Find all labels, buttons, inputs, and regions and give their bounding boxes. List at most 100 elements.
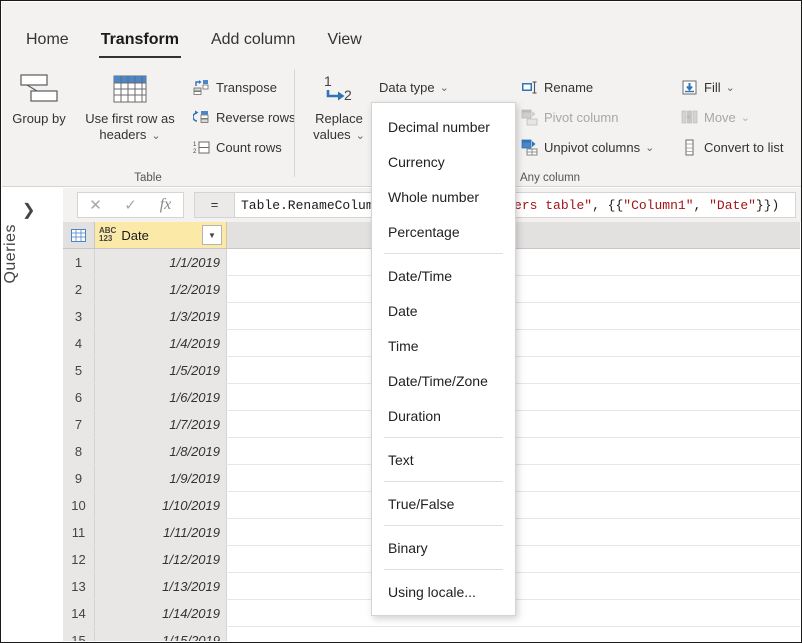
menu-separator [384, 437, 503, 438]
menu-item-decimal-number[interactable]: Decimal number [372, 109, 515, 144]
chevron-right-icon[interactable]: ❯ [22, 200, 35, 220]
rename-button[interactable]: Rename [520, 75, 593, 99]
group-by-button[interactable]: Group by [8, 69, 70, 127]
chevron-down-icon[interactable]: ⌄ [645, 141, 654, 154]
cell-date[interactable]: 1/13/2019 [95, 573, 227, 599]
column-header-date[interactable]: ABC 123 Date ▼ [95, 222, 227, 248]
data-type-button[interactable]: Data type ⌄ [379, 75, 449, 99]
use-first-row-as-headers-text: Use first row as headers [85, 111, 175, 142]
close-icon[interactable]: ✕ [78, 196, 113, 214]
convert-to-list-label: Convert to list [704, 139, 784, 155]
replace-values-icon: 1 2 [300, 69, 378, 109]
menu-item-duration[interactable]: Duration [372, 398, 515, 433]
tab-transform[interactable]: Transform [85, 22, 195, 64]
menu-item-date-time-zone[interactable]: Date/Time/Zone [372, 363, 515, 398]
menu-item-binary[interactable]: Binary [372, 530, 515, 565]
cell-date[interactable]: 1/2/2019 [95, 276, 227, 302]
rename-label: Rename [544, 79, 594, 95]
row-number: 11 [63, 519, 95, 545]
cell-date[interactable]: 1/7/2019 [95, 411, 227, 437]
menu-separator [384, 481, 503, 482]
tab-view-label: View [327, 31, 362, 48]
group-by-icon [8, 69, 70, 109]
transpose-icon [192, 78, 210, 96]
formula-equals-sign: = [194, 192, 234, 218]
fill-label: Fill [704, 79, 721, 95]
menu-item-using-locale[interactable]: Using locale... [372, 574, 515, 609]
reverse-rows-label: Reverse rows [216, 109, 296, 125]
column-header-date-label: Date [121, 227, 149, 243]
menu-item-date-time[interactable]: Date/Time [372, 258, 515, 293]
cell-date[interactable]: 1/15/2019 [95, 627, 227, 641]
row-number: 6 [63, 384, 95, 410]
formula-string-literal: "Column1" [623, 197, 694, 213]
pivot-column-button: Pivot column [520, 105, 618, 129]
cell-date[interactable]: 1/12/2019 [95, 546, 227, 572]
reverse-rows-button[interactable]: Reverse rows [192, 105, 295, 129]
tab-view[interactable]: View [311, 22, 377, 64]
cell-date[interactable]: 1/8/2019 [95, 438, 227, 464]
chevron-down-icon[interactable]: ⌄ [151, 128, 160, 144]
tab-home[interactable]: Home [10, 22, 85, 64]
menu-separator [384, 525, 503, 526]
unpivot-columns-button[interactable]: Unpivot columns ⌄ [520, 135, 654, 159]
transpose-label: Transpose [216, 79, 277, 95]
menu-item-true-false[interactable]: True/False [372, 486, 515, 521]
pivot-column-icon [520, 108, 538, 126]
tab-home-label: Home [26, 31, 69, 48]
chevron-down-icon[interactable]: ⌄ [440, 81, 449, 94]
use-first-row-as-headers-icon [74, 69, 186, 109]
check-icon[interactable]: ✓ [113, 196, 148, 214]
cell-date[interactable]: 1/4/2019 [95, 330, 227, 356]
transpose-button[interactable]: Transpose [192, 75, 277, 99]
cell-date[interactable]: 1/6/2019 [95, 384, 227, 410]
count-rows-button[interactable]: 1 2 Count rows [192, 135, 282, 159]
queries-pane-label: Queries [2, 224, 19, 284]
cell-date[interactable]: 1/14/2019 [95, 600, 227, 626]
cell-date[interactable]: 1/1/2019 [95, 249, 227, 275]
menu-item-text[interactable]: Text [372, 442, 515, 477]
formula-bar-buttons: ✕ ✓ fx [77, 192, 184, 218]
cell-date[interactable]: 1/11/2019 [95, 519, 227, 545]
row-number: 8 [63, 438, 95, 464]
convert-to-list-icon [680, 138, 698, 156]
cell-date[interactable]: 1/9/2019 [95, 465, 227, 491]
table-row[interactable]: 15 1/15/2019 [63, 627, 800, 641]
group-by-label: Group by [12, 111, 66, 126]
data-type-label: Data type [379, 79, 435, 95]
menu-item-currency[interactable]: Currency [372, 144, 515, 179]
svg-text:2: 2 [344, 87, 352, 103]
row-number: 7 [63, 411, 95, 437]
menu-item-date[interactable]: Date [372, 293, 515, 328]
select-all-cell[interactable] [63, 222, 95, 248]
rename-icon [520, 78, 538, 96]
fill-button[interactable]: Fill ⌄ [680, 75, 735, 99]
use-first-row-as-headers-button[interactable]: Use first row as headers ⌄ [74, 69, 186, 144]
tab-add-column[interactable]: Add column [195, 22, 312, 64]
queries-pane[interactable]: ❯ Queries [2, 188, 64, 641]
ribbon-group-table-label: Table [134, 172, 162, 184]
cell-date[interactable]: 1/10/2019 [95, 492, 227, 518]
menu-item-time[interactable]: Time [372, 328, 515, 363]
svg-text:1: 1 [193, 142, 197, 148]
row-number: 4 [63, 330, 95, 356]
formula-token: , {{ [592, 197, 624, 213]
convert-to-list-button[interactable]: Convert to list [680, 135, 783, 159]
cell-date[interactable]: 1/5/2019 [95, 357, 227, 383]
replace-values-button[interactable]: 1 2 Replace values ⌄ [300, 69, 378, 144]
chevron-down-icon[interactable]: ⌄ [726, 81, 735, 94]
menu-item-whole-number[interactable]: Whole number [372, 179, 515, 214]
chevron-down-icon[interactable]: ⌄ [356, 128, 365, 144]
row-number: 1 [63, 249, 95, 275]
formula-token: }}) [755, 197, 780, 213]
reverse-rows-icon [192, 108, 210, 126]
menu-item-percentage[interactable]: Percentage [372, 214, 515, 249]
window-top-strip [2, 2, 801, 22]
row-number: 15 [63, 627, 95, 641]
power-query-editor-window: Home Transform Add column View Group by [0, 0, 802, 643]
chevron-down-icon[interactable]: ▼ [202, 225, 222, 245]
cell-date[interactable]: 1/3/2019 [95, 303, 227, 329]
fx-icon[interactable]: fx [148, 196, 183, 214]
ribbon-tab-bar: Home Transform Add column View [2, 22, 801, 64]
row-number: 2 [63, 276, 95, 302]
